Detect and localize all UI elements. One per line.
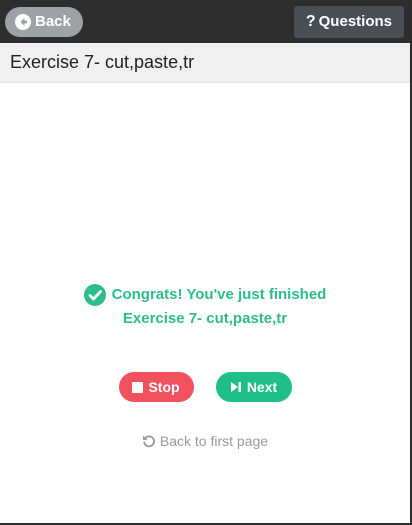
check-circle-icon [83, 284, 106, 306]
completion-line-1: Congrats! You've just finished [0, 283, 410, 307]
main-content: Congrats! You've just finished Exercise … [0, 84, 410, 523]
app-window: Back ? Questions Exercise 7- cut,paste,t… [0, 0, 412, 525]
arrow-left-circle-icon [15, 13, 31, 30]
title-bar: Exercise 7- cut,paste,tr [0, 43, 410, 83]
back-to-first-page-label: Back to first page [159, 433, 269, 449]
next-button-label: Next [246, 379, 278, 395]
action-buttons: Stop Next [0, 372, 410, 402]
page-title: Exercise 7- cut,paste,tr [10, 52, 195, 72]
completion-message: Congrats! You've just finished Exercise … [0, 283, 410, 331]
stop-square-icon [132, 381, 144, 393]
completion-text-1: Congrats! You've just finished [111, 286, 327, 303]
stop-button[interactable]: Stop [118, 372, 194, 402]
back-to-first-page-link[interactable]: Back to first page [0, 433, 410, 449]
next-button[interactable]: Next [215, 372, 292, 402]
back-button-label: Back [35, 13, 71, 30]
stop-button-label: Stop [148, 379, 180, 395]
top-navigation-bar: Back ? Questions [0, 0, 410, 43]
questions-button[interactable]: ? Questions [293, 5, 404, 38]
question-mark-icon: ? [305, 12, 316, 30]
undo-arrow-icon [142, 434, 156, 448]
step-forward-icon [230, 381, 242, 393]
back-button[interactable]: Back [5, 6, 83, 37]
completion-text-2: Exercise 7- cut,paste,tr [122, 310, 288, 327]
questions-button-label: Questions [318, 13, 392, 30]
